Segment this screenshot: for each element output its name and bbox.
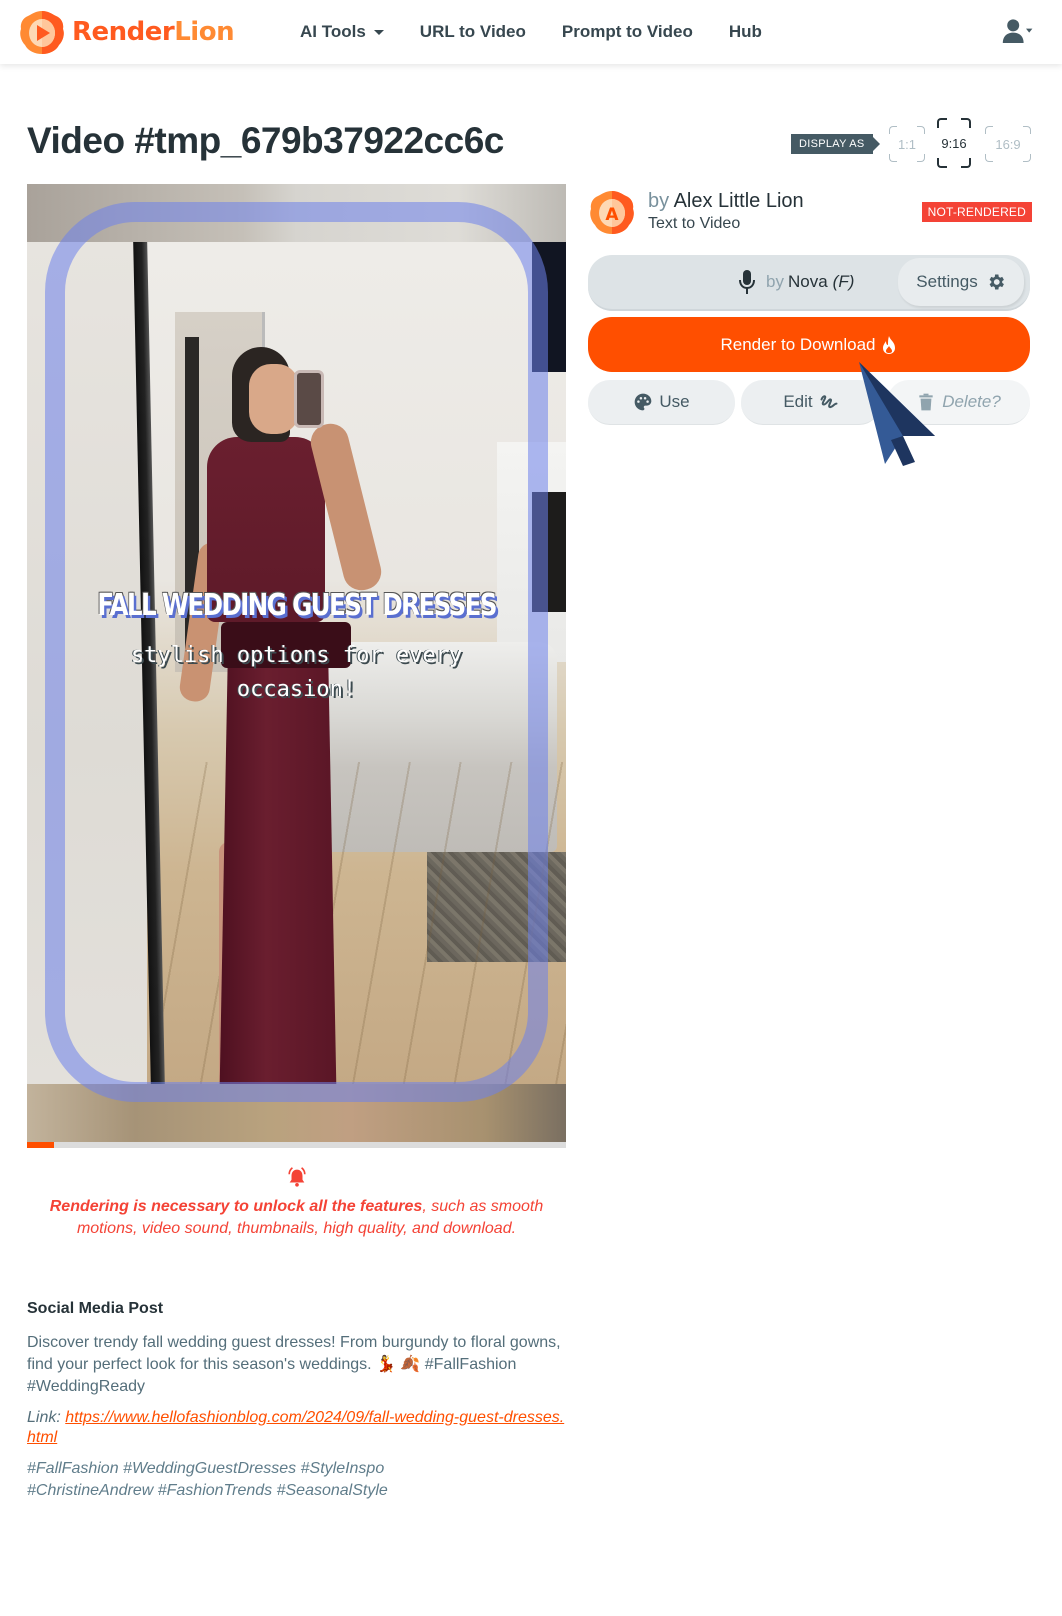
avatar-letter: A: [605, 205, 619, 225]
ratio-1-1-label: 1:1: [897, 136, 917, 152]
user-icon: [1002, 19, 1033, 43]
status-badge: NOT-RENDERED: [921, 202, 1032, 222]
settings-label: Settings: [916, 272, 978, 291]
social-hashtags: #FallFashion #WeddingGuestDresses #Style…: [27, 1458, 572, 1502]
video-type: Text to Video: [648, 215, 741, 232]
use-label: Use: [659, 392, 690, 411]
use-button[interactable]: Use: [588, 380, 735, 425]
edit-label: Edit: [783, 392, 813, 411]
author-name[interactable]: Alex Little Lion: [674, 190, 804, 212]
bell-icon: [287, 1167, 306, 1187]
voice-by: by: [766, 272, 784, 291]
ratio-1-1-button[interactable]: 1:1: [889, 126, 925, 162]
nav-url-to-video[interactable]: URL to Video: [420, 22, 526, 42]
social-link-url[interactable]: https://www.hellofashionblog.com/2024/09…: [27, 1409, 564, 1446]
notice-bold-text: Rendering is necessary to unlock all the…: [49, 1198, 423, 1215]
edit-button[interactable]: Edit: [741, 380, 881, 425]
social-body: Discover trendy fall wedding guest dress…: [27, 1334, 561, 1395]
user-menu-button[interactable]: [1002, 16, 1034, 46]
top-navbar: RenderLion AI Tools URL to Video Prompt …: [0, 0, 1062, 64]
nav-ai-tools[interactable]: AI Tools: [300, 22, 384, 42]
author-avatar[interactable]: A: [588, 188, 636, 236]
microphone-icon: [739, 270, 755, 294]
render-label: Render to Download: [720, 334, 876, 354]
social-link-label: Link:: [27, 1409, 66, 1426]
author-by: by: [648, 190, 670, 212]
author-name-line: by Alex Little Lion: [648, 189, 804, 213]
author-block: A by Alex Little Lion Text to Video NOT-…: [588, 188, 1032, 236]
nav-prompt-to-video[interactable]: Prompt to Video: [562, 22, 693, 42]
video-caption-subtitle: stylish options for every occasion!: [130, 643, 463, 702]
video-caption-title: FALL WEDDING GUEST DRESSES: [97, 588, 497, 623]
social-hashtags-line1: #FallFashion #WeddingGuestDresses #Style…: [27, 1460, 385, 1477]
nav-ai-tools-label: AI Tools: [300, 22, 366, 41]
gear-icon: [989, 274, 1004, 290]
nav-hub[interactable]: Hub: [729, 22, 762, 42]
settings-button[interactable]: Settings: [898, 258, 1024, 306]
caret-down-icon: [373, 29, 384, 35]
display-as-label: DISPLAY AS: [791, 134, 880, 154]
delete-button[interactable]: Delete?: [887, 380, 1030, 425]
palette-icon: [635, 393, 652, 411]
brand-name-lion: Lion: [174, 17, 235, 47]
render-to-download-button[interactable]: Render to Download: [588, 317, 1030, 372]
ratio-16-9-label: 16:9: [995, 136, 1021, 152]
brand-name-render: Render: [72, 17, 175, 47]
trash-icon: [919, 393, 933, 411]
delete-label: Delete?: [942, 392, 1001, 411]
ratio-9-16-button[interactable]: 9:16: [937, 118, 971, 168]
social-link-row: Link: https://www.hellofashionblog.com/2…: [27, 1408, 572, 1448]
render-notice: Rendering is necessary to unlock all the…: [27, 1166, 566, 1240]
video-progress-fill: [27, 1142, 54, 1148]
page-title: Video #tmp_679b37922cc6c: [27, 120, 504, 161]
video-preview[interactable]: FALL WEDDING GUEST DRESSES stylish optio…: [27, 184, 566, 1142]
social-hashtags-line2: #ChristineAndrew #FashionTrends #Seasona…: [27, 1482, 388, 1499]
voice-label[interactable]: by Nova (F): [738, 255, 854, 309]
main-nav: AI Tools URL to Video Prompt to Video Hu…: [300, 0, 798, 64]
video-progress-bar[interactable]: [27, 1142, 566, 1148]
brand-logo[interactable]: RenderLion: [18, 8, 235, 56]
social-heading: Social Media Post: [27, 1300, 164, 1317]
voice-gender: (F): [832, 272, 855, 291]
ratio-9-16-label: 9:16: [941, 135, 967, 151]
social-media-post: Social Media Post Discover trendy fall w…: [27, 1300, 572, 1502]
fire-icon: [883, 335, 896, 354]
signature-icon: [820, 395, 838, 409]
lion-logo-icon: [20, 11, 64, 54]
voice-name: Nova: [787, 272, 828, 291]
ratio-16-9-button[interactable]: 16:9: [985, 126, 1031, 162]
voice-selector: by Nova (F) Settings: [588, 255, 1030, 311]
